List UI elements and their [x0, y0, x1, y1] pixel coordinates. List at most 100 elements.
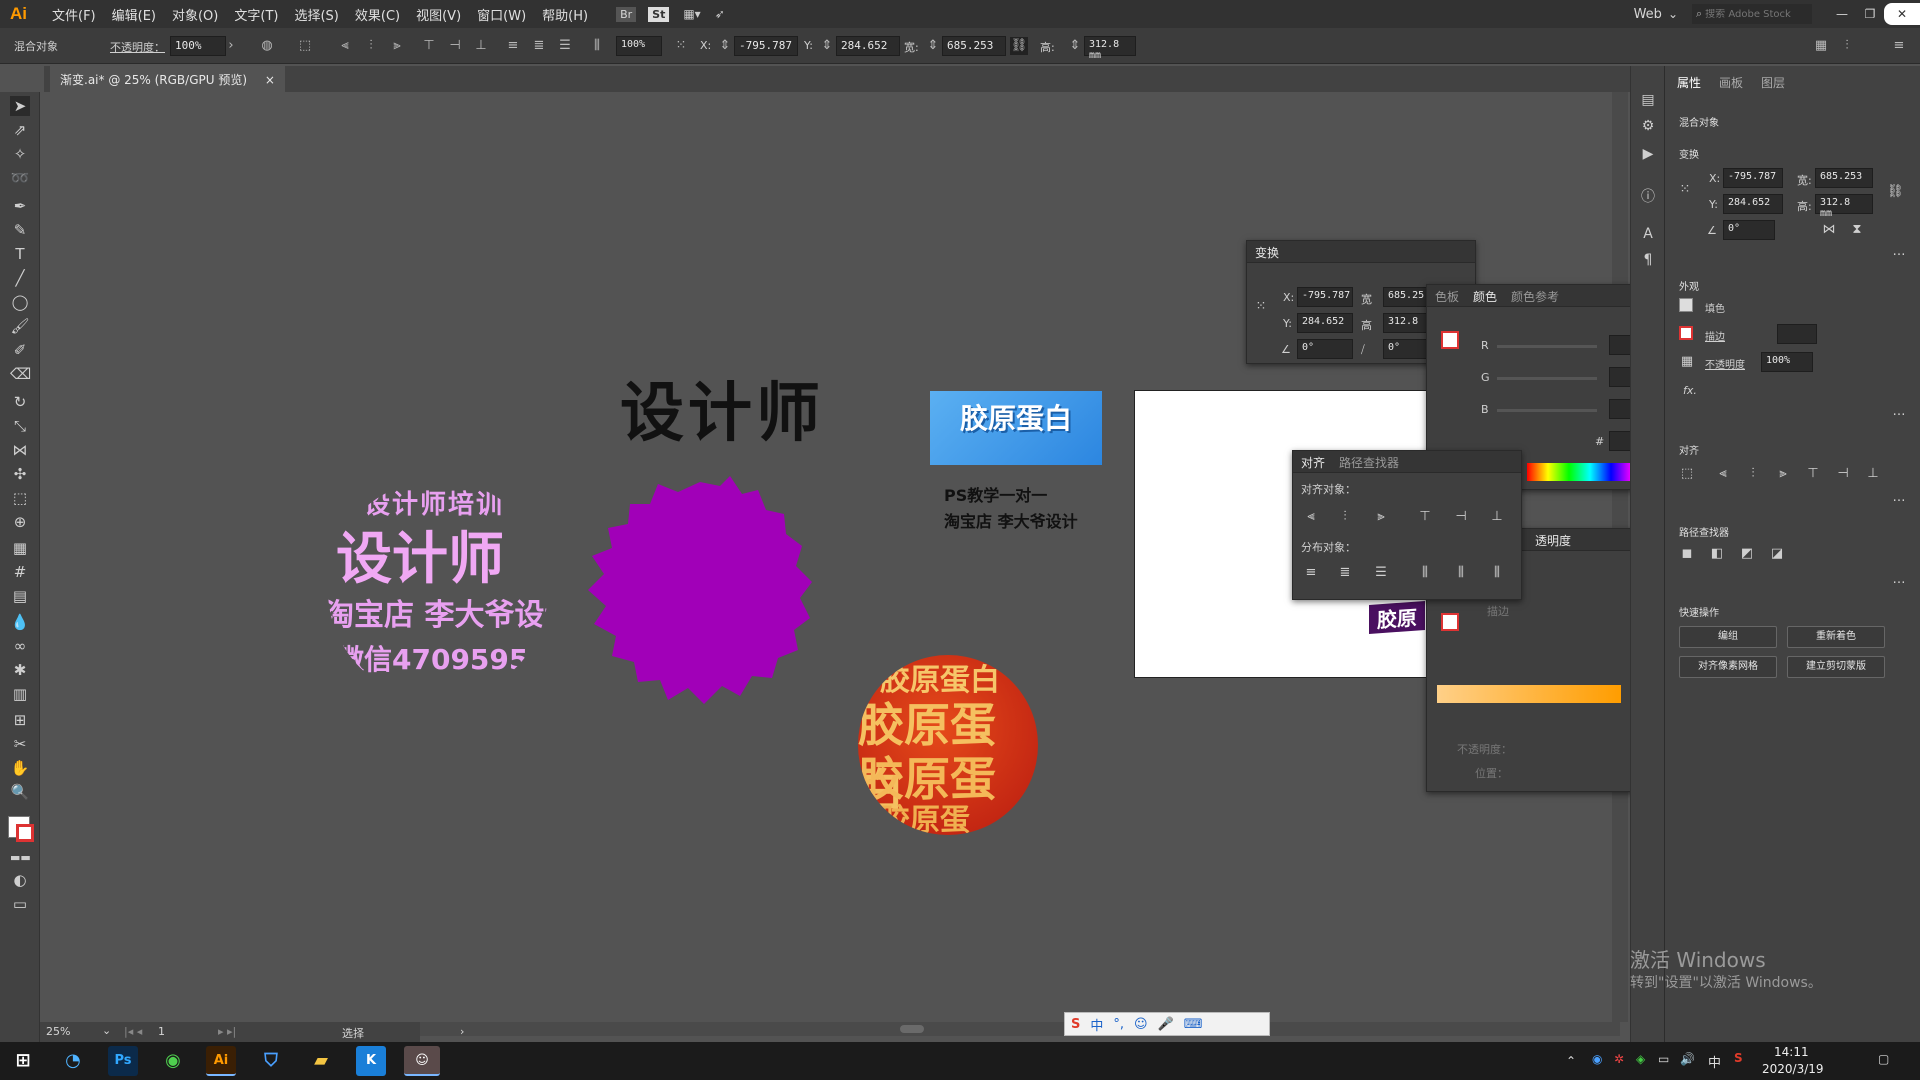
properties-icon[interactable]: ⚙ [1639, 118, 1657, 136]
tab-artboards[interactable]: 画板 [1719, 74, 1743, 91]
paintbrush-icon[interactable]: 🖌 [10, 316, 30, 336]
restore-icon[interactable]: ❐ [1856, 7, 1884, 21]
panel-menu-icon[interactable]: ≡ [1890, 37, 1908, 55]
stroke-weight-field[interactable] [1777, 324, 1817, 344]
gpu-rocket-icon[interactable]: ➶ [715, 7, 725, 21]
stock-button[interactable]: St [648, 6, 670, 22]
opacity-field[interactable]: 100% [170, 36, 226, 56]
eraser-icon[interactable]: ⌫ [10, 364, 31, 384]
menu-edit[interactable]: 编辑(E) [104, 5, 164, 24]
folder-icon[interactable]: ▰ [306, 1046, 336, 1076]
illustrator-app-icon[interactable]: Ai [206, 1046, 236, 1076]
draw-mode-icon[interactable]: ◐ [10, 870, 30, 890]
fill-swatch-icon[interactable] [1679, 298, 1693, 312]
transform-y-field[interactable]: 284.652 [1297, 313, 1353, 333]
arrange-docs-icon[interactable]: ▦▾ [683, 7, 700, 21]
flip-vertical-icon[interactable]: ⧗ [1849, 222, 1865, 238]
align-left-icon[interactable]: ⫷ [336, 37, 354, 55]
ime-indicator[interactable]: 中 [1708, 1052, 1721, 1071]
reference-point-icon[interactable]: ⁙ [672, 37, 690, 55]
r-slider[interactable] [1497, 345, 1597, 348]
ime-item[interactable]: 中 [1090, 1015, 1103, 1034]
unite-icon[interactable]: ◼ [1679, 546, 1695, 562]
scroll-thumb[interactable] [900, 1025, 924, 1033]
align-top-icon[interactable]: ⊤ [420, 37, 438, 55]
browser-icon[interactable]: ◔ [58, 1046, 88, 1076]
clock-time[interactable]: 14:11 [1774, 1045, 1809, 1059]
tab-transparency[interactable]: 透明度 [1535, 534, 1571, 548]
caption-line-2[interactable]: 淘宝店 李大爷设计 [944, 508, 1078, 532]
screen-mode-icon[interactable]: ▭ [10, 894, 30, 914]
actions-icon[interactable]: ▶ [1639, 146, 1657, 164]
make-clipping-mask-button[interactable]: 建立剪切蒙版 [1787, 656, 1885, 678]
network-icon[interactable]: ▭ [1658, 1052, 1669, 1066]
constrain-link-icon[interactable]: ⛓ [1010, 37, 1028, 55]
align-bottom-icon[interactable]: ⊥ [472, 37, 490, 55]
purple-blend-shape[interactable] [580, 472, 820, 712]
tab-color-guide[interactable]: 颜色参考 [1511, 288, 1559, 304]
puppet-warp-icon[interactable]: ✣ [10, 464, 30, 484]
align-options-icon[interactable]: ⫶ [1838, 37, 1856, 55]
close-tab-icon[interactable]: × [265, 73, 275, 87]
align-to-selection-icon[interactable]: ⬚ [296, 37, 314, 55]
ime-item[interactable]: °, [1113, 1017, 1124, 1032]
tray-icon[interactable]: ✲ [1614, 1052, 1624, 1066]
tab-align[interactable]: 对齐 [1301, 454, 1325, 470]
stepper-icon[interactable]: ⇕ [716, 37, 734, 55]
perspective-grid-icon[interactable]: ▦ [10, 538, 30, 558]
stroke-swatch-icon[interactable] [16, 824, 34, 842]
align-right-icon[interactable]: ⫸ [1373, 509, 1389, 525]
tab-properties[interactable]: 属性 [1677, 74, 1701, 91]
column-graph-icon[interactable]: ▥ [10, 684, 30, 704]
zoom-tool-icon[interactable]: 🔍 [10, 782, 30, 802]
artboard-nav-icons[interactable]: |◂ ◂ [124, 1025, 142, 1038]
distribute-top-icon[interactable]: ≡ [1303, 565, 1319, 581]
menu-select[interactable]: 选择(S) [286, 5, 346, 24]
caption-line-1[interactable]: PS教学一对一 [944, 482, 1047, 506]
line-tool-icon[interactable]: ╱ [10, 268, 30, 288]
shape-builder-icon[interactable]: ⊕ [10, 512, 30, 532]
volume-icon[interactable]: 🔊 [1680, 1052, 1695, 1066]
transform-panel-header[interactable]: 变换 [1247, 241, 1475, 263]
more-options-icon[interactable]: … [1891, 404, 1907, 420]
transform-angle-field[interactable]: 0° [1297, 339, 1353, 359]
photoshop-app-icon[interactable]: Ps [108, 1046, 138, 1076]
character-icon[interactable]: A [1639, 226, 1657, 244]
info-icon[interactable]: ⓘ [1639, 186, 1657, 205]
distribute-top-icon[interactable]: ≡ [504, 37, 522, 55]
menu-window[interactable]: 窗口(W) [469, 5, 534, 24]
exclude-icon[interactable]: ◪ [1769, 546, 1785, 562]
zoom-field[interactable]: 100% [616, 36, 662, 56]
artboard-nav-icons[interactable]: ▸ ▸| [218, 1025, 236, 1038]
reference-point-icon[interactable]: ⁙ [1253, 299, 1269, 315]
scale-tool-icon[interactable]: ⤡ [10, 416, 30, 436]
eyedropper-icon[interactable]: 💧 [10, 612, 30, 632]
sogou-logo-icon[interactable]: S [1734, 1051, 1743, 1065]
magic-wand-icon[interactable]: ✧ [10, 144, 30, 164]
menu-object[interactable]: 对象(O) [164, 5, 226, 24]
more-options-icon[interactable]: … [1891, 244, 1907, 260]
more-options-icon[interactable]: … [1891, 572, 1907, 588]
chevron-right-icon[interactable]: › [460, 1025, 464, 1038]
close-icon[interactable]: ✕ [1884, 3, 1920, 25]
stock-search-input[interactable] [1705, 8, 1802, 20]
direct-selection-tool-icon[interactable]: ⇗ [10, 120, 30, 140]
more-options-icon[interactable]: … [1891, 490, 1907, 506]
document-tab[interactable]: 渐变.ai* @ 25% (RGB/GPU 预览) × [50, 66, 285, 92]
align-top-icon[interactable]: ⊤ [1805, 466, 1821, 482]
artboard-number[interactable]: 1 [158, 1025, 165, 1038]
align-bottom-icon[interactable]: ⊥ [1489, 509, 1505, 525]
pink-text-circle[interactable]: 设计师培训 设计师 淘宝店 李大爷设计 微信470959538 [328, 480, 548, 700]
align-pixel-grid-button[interactable]: 对齐像素网格 [1679, 656, 1777, 678]
lasso-icon[interactable]: ➿ [10, 168, 30, 188]
chevron-right-icon[interactable]: › [222, 37, 240, 55]
align-left-icon[interactable]: ⫷ [1715, 466, 1731, 482]
bridge-button[interactable]: Br [616, 6, 637, 22]
align-bottom-icon[interactable]: ⊥ [1865, 466, 1881, 482]
distribute-vcenter-icon[interactable]: ≣ [1337, 565, 1353, 581]
paragraph-icon[interactable]: ¶ [1639, 252, 1657, 270]
transform-x-field[interactable]: -795.787 [1297, 287, 1353, 307]
stepper-icon[interactable]: ⇕ [924, 37, 942, 55]
collagen-text-ball[interactable]: 胶原蛋白 胶原蛋白 胶原蛋白 胶原蛋 [858, 655, 1038, 835]
minimize-icon[interactable]: — [1828, 7, 1856, 21]
